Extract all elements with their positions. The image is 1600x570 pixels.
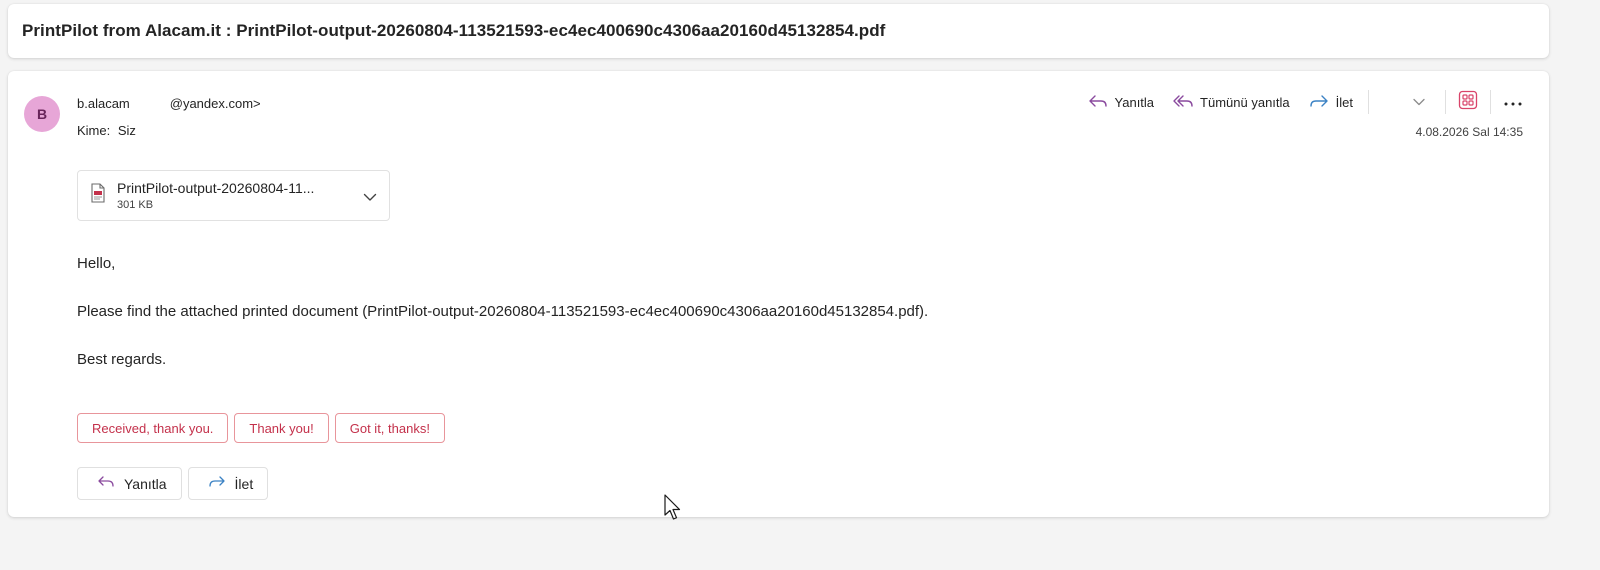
bottom-actions: Yanıtla İlet <box>77 467 269 500</box>
reply-all-label: Tümünü yanıtla <box>1200 94 1290 110</box>
email-subject: PrintPilot from Alacam.it : PrintPilot-o… <box>22 21 886 40</box>
pdf-file-icon <box>90 183 106 208</box>
mouse-pointer-icon <box>664 494 682 527</box>
more-options-button[interactable] <box>1497 89 1529 115</box>
attachment-menu-chevron[interactable] <box>363 189 377 207</box>
message-body: Hello, Please find the attached printed … <box>77 254 928 398</box>
attachment-name: PrintPilot-output-20260804-11... <box>117 180 315 196</box>
forward-button[interactable]: İlet <box>1299 89 1362 115</box>
bottom-reply-label: Yanıtla <box>124 475 167 492</box>
avatar-initial: B <box>36 106 48 122</box>
more-dots-icon <box>1504 93 1522 111</box>
sender-email: @yandex.com> <box>169 96 261 111</box>
reply-label: Yanıtla <box>1114 94 1155 110</box>
toolbar-divider <box>1445 90 1446 114</box>
forward-label: İlet <box>1335 94 1353 110</box>
reply-all-button[interactable]: Tümünü yanıtla <box>1163 89 1299 115</box>
reply-arrow-icon <box>1087 93 1109 112</box>
more-actions-dropdown[interactable] <box>1375 89 1439 115</box>
body-line: Please find the attached printed documen… <box>77 303 929 320</box>
message-card: B b.alacam @yandex.com> Kime: Siz Yanıtla… <box>8 71 1549 517</box>
recipient-label: Kime: <box>77 123 111 138</box>
forward-arrow-icon <box>207 475 227 492</box>
quick-reply-button[interactable]: Received, thank you. <box>77 413 229 443</box>
reply-button[interactable]: Yanıtla <box>1078 89 1164 115</box>
reply-arrow-icon <box>96 475 116 492</box>
chevron-down-icon <box>1413 93 1425 111</box>
bottom-forward-label: İlet <box>234 475 254 492</box>
bottom-forward-button[interactable]: İlet <box>187 467 269 500</box>
attachment-card[interactable]: PrintPilot-output-20260804-11... 301 KB <box>77 170 390 221</box>
forward-arrow-icon <box>1308 93 1330 112</box>
attachment-size: 301 KB <box>117 199 154 211</box>
toolbar-divider <box>1490 90 1491 114</box>
subject-bar: PrintPilot from Alacam.it : PrintPilot-o… <box>8 4 1549 58</box>
sender-avatar[interactable]: B <box>24 96 60 132</box>
bottom-reply-button[interactable]: Yanıtla <box>77 467 182 500</box>
recipient-value[interactable]: Siz <box>118 123 136 138</box>
message-date: 4.08.2026 Sal 14:35 <box>1415 125 1523 139</box>
body-greeting: Hello, <box>77 255 116 272</box>
chevron-down-icon <box>363 193 377 201</box>
recipient-line: Kime: Siz <box>77 123 136 138</box>
message-actions: Yanıtla Tümünü yanıtla İlet <box>1078 89 1529 115</box>
quick-reply-button[interactable]: Got it, thanks! <box>334 413 445 443</box>
sender-name: b.alacam <box>77 96 130 111</box>
toolbar-divider <box>1368 90 1369 114</box>
sender-line[interactable]: b.alacam @yandex.com> <box>77 96 261 111</box>
apps-grid-icon <box>1458 90 1478 115</box>
apps-button[interactable] <box>1452 89 1484 115</box>
body-closing: Best regards. <box>77 351 167 368</box>
reply-all-arrow-icon <box>1172 93 1194 112</box>
suggested-replies: Received, thank you. Thank you! Got it, … <box>77 413 445 443</box>
quick-reply-button[interactable]: Thank you! <box>234 413 329 443</box>
